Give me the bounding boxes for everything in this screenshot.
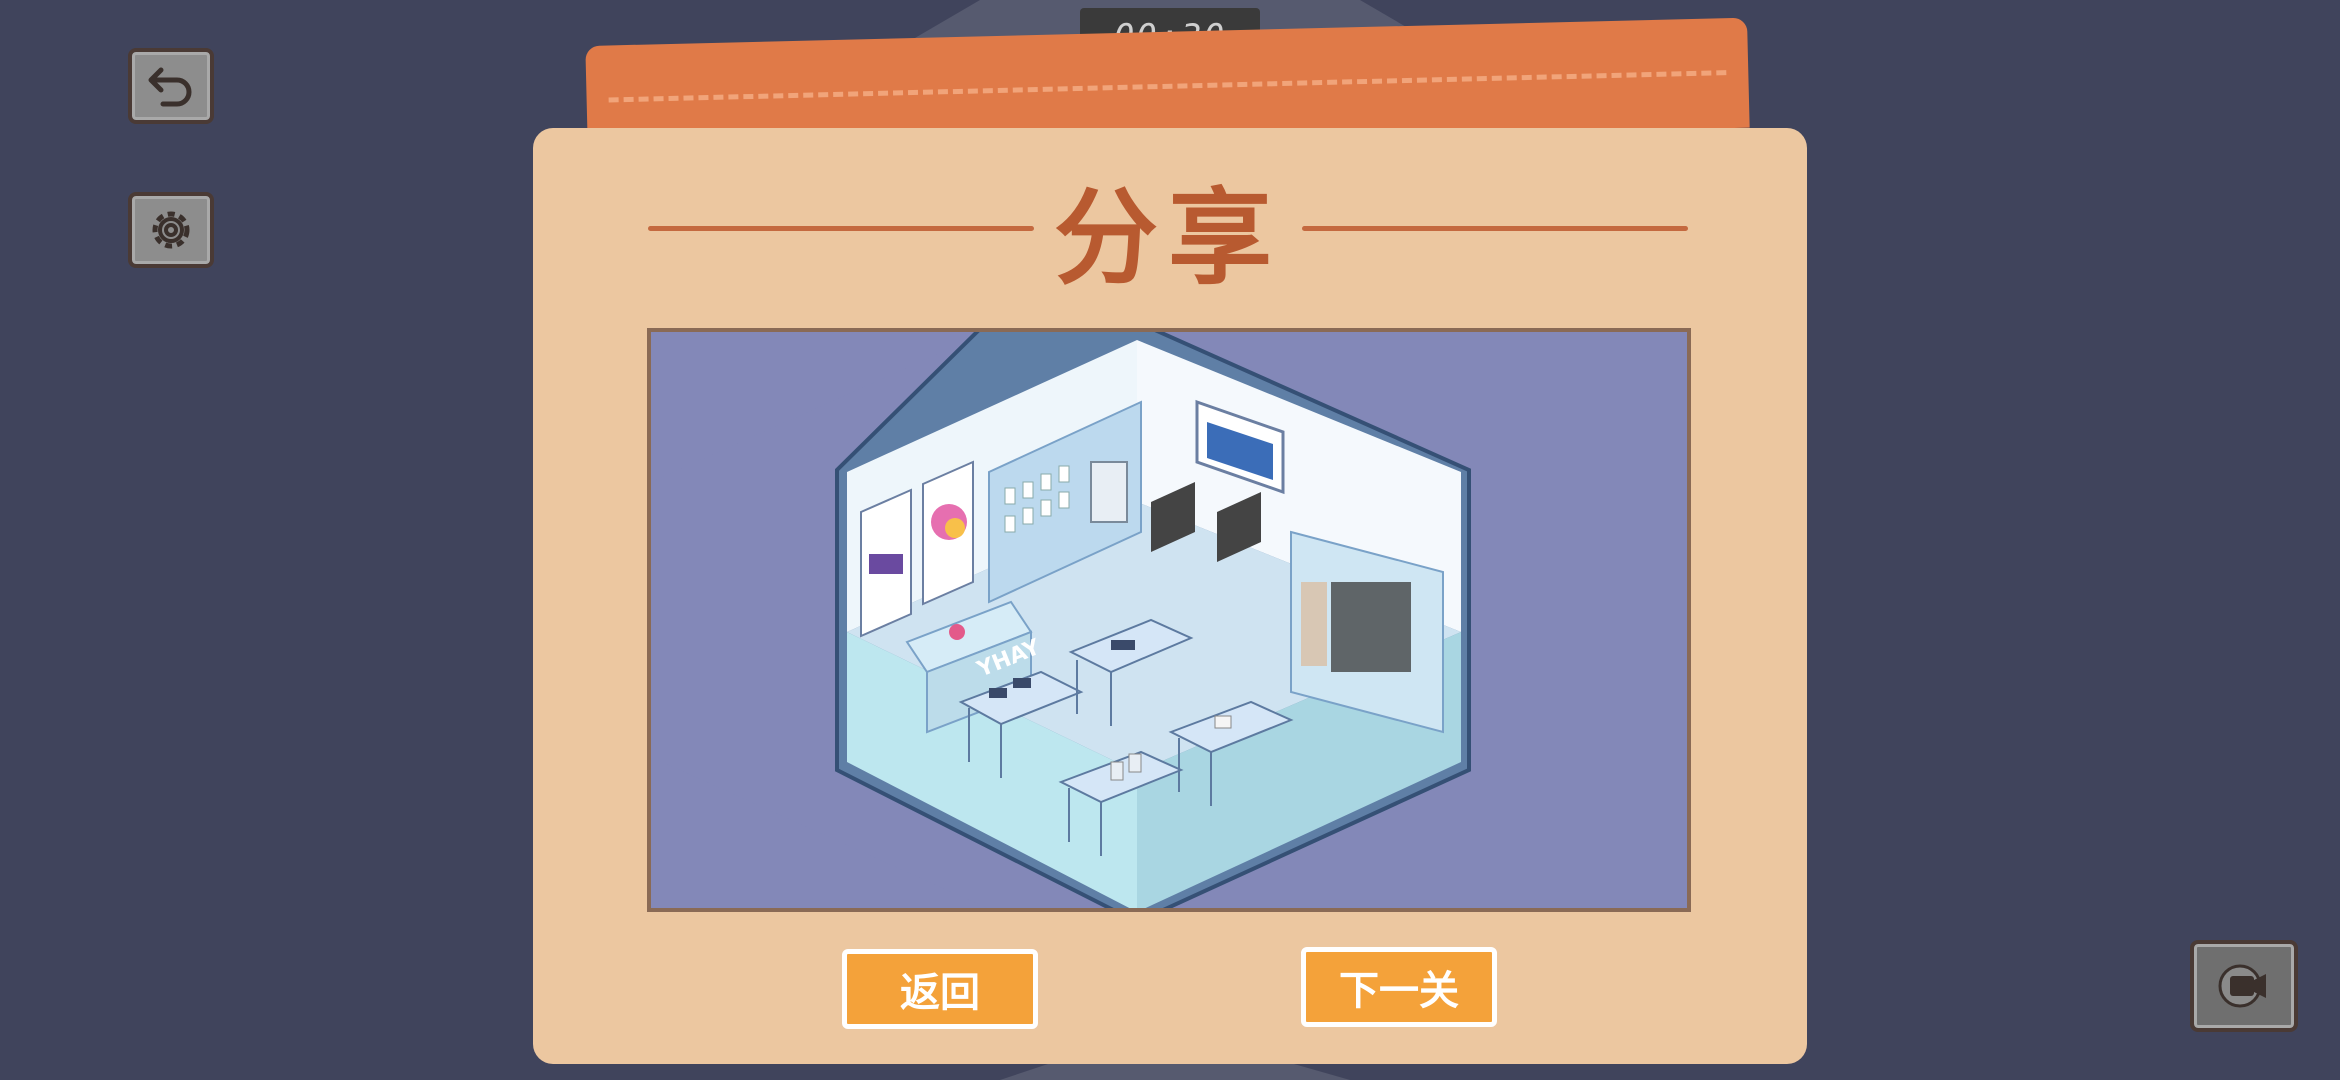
dialog-title-row: 分享 [648,168,1689,299]
title-divider-left [648,225,1034,231]
record-video-button[interactable] [2190,940,2298,1032]
dialog-title: 分享 [1054,176,1283,299]
undo-button[interactable] [128,48,214,124]
room-preview-image: YHAY [647,328,1691,912]
video-camera-icon [2218,964,2266,1008]
gear-icon [152,211,190,249]
camera-poster [869,554,903,574]
undo-icon [148,67,192,107]
back-button[interactable]: 返回 [842,949,1038,1029]
settings-button[interactable] [128,192,214,268]
next-level-button[interactable]: 下一关 [1301,947,1497,1027]
share-dialog: 分享 YHAY 返回 下一关 [533,128,1807,1064]
title-divider-right [1302,225,1689,231]
room-illustration: YHAY [651,332,1487,908]
stitch-line [608,70,1727,103]
